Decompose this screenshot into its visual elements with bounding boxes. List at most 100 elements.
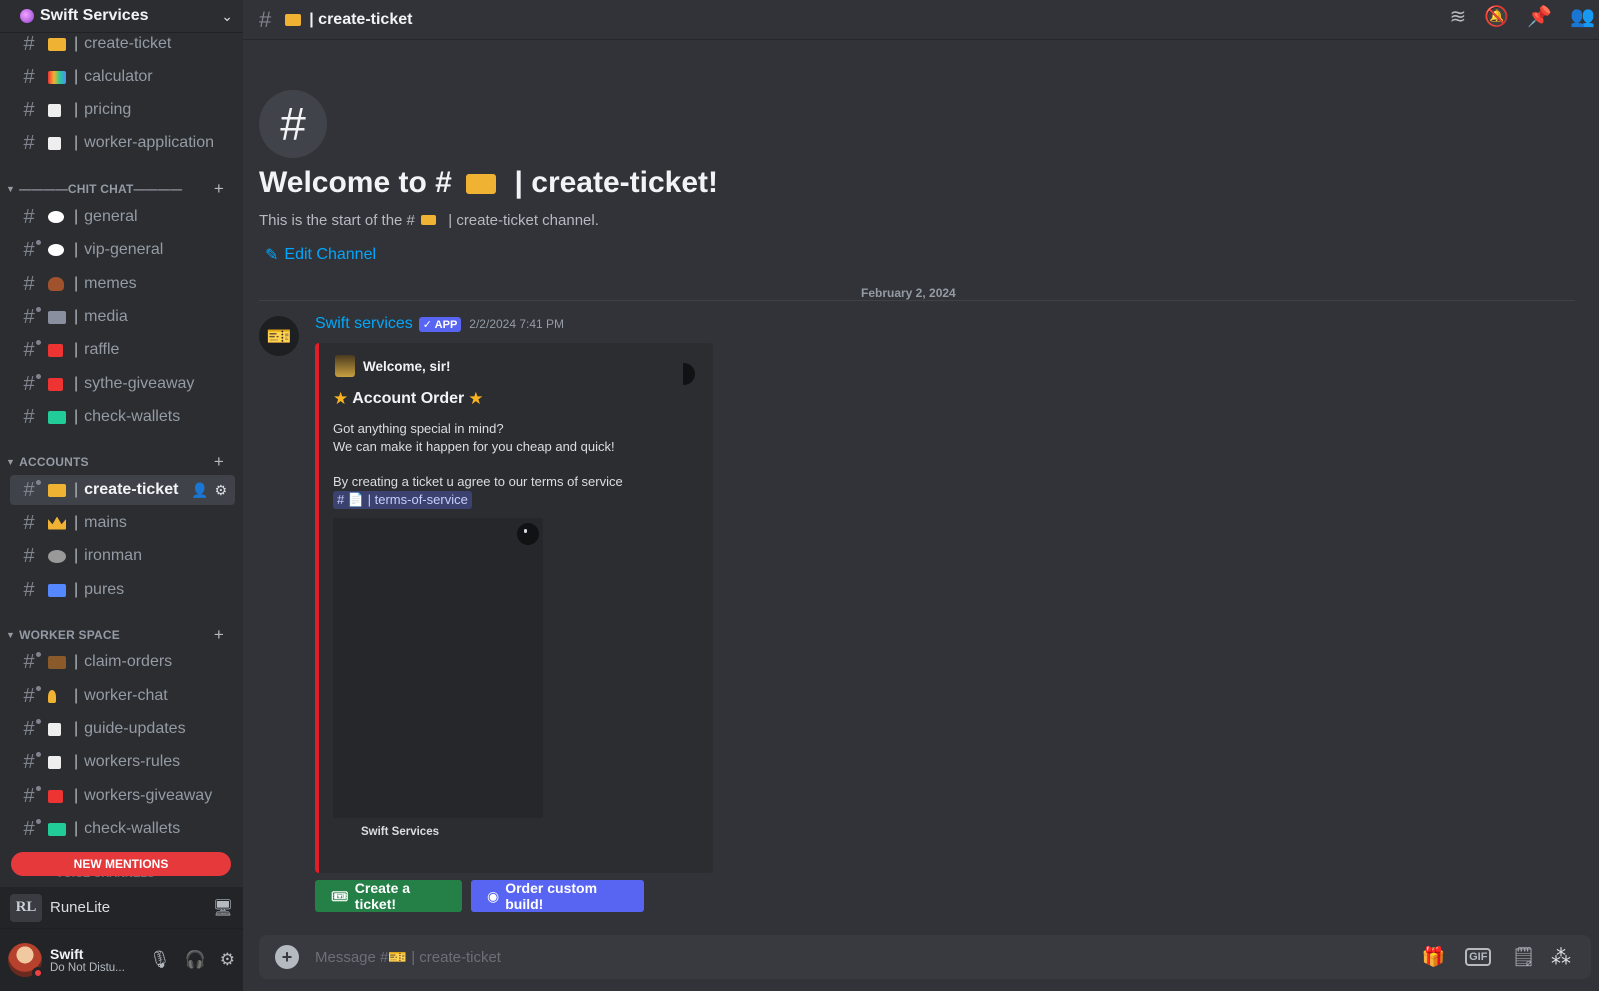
channel-label: workers-rules (84, 753, 181, 770)
gift-icon[interactable]: 🎁 (1421, 945, 1445, 969)
apps-icon[interactable]: ⁂ (1539, 935, 1583, 979)
bot-avatar[interactable]: 🎫 (259, 316, 299, 356)
gear-icon[interactable]: ⚙ (214, 482, 227, 499)
create-ticket-button[interactable]: 🎟 Create a ticket! (315, 880, 462, 912)
channel-label: memes (84, 275, 137, 292)
channel-item[interactable]: # | worker-application (10, 128, 235, 158)
star-icon: ★ (333, 389, 349, 408)
calculator-emoji-icon (48, 70, 66, 84)
channel-item[interactable]: # | create-ticket (10, 32, 235, 59)
invite-icon[interactable]: 👤 (191, 482, 208, 499)
attach-plus-icon[interactable]: + (275, 945, 299, 969)
memo-emoji-icon (48, 136, 61, 150)
category-label: WORKER SPACE (19, 628, 120, 642)
channel-item[interactable]: # | guide-updates (10, 714, 235, 744)
pin-icon[interactable]: 📌 (1527, 4, 1552, 29)
channel-item[interactable]: # | sythe-giveaway (10, 369, 235, 399)
threads-icon[interactable]: ≋ (1450, 4, 1467, 29)
ticket-emoji-icon (48, 483, 66, 497)
chevron-down-icon: ▼ (6, 184, 16, 194)
add-channel-icon[interactable]: + (214, 625, 224, 645)
channel-label: worker-chat (84, 687, 168, 704)
channel-label: ironman (84, 547, 142, 564)
channel-mention[interactable]: # 📄 | terms-of-service (333, 491, 472, 509)
sticker-icon[interactable]: 🗒 (1511, 945, 1535, 969)
hash-thread-icon: # (20, 373, 41, 396)
chat-area: # | create-ticket ≋ 🔕 📌 👥 # Welcome to #… (243, 0, 1599, 991)
welcome-subtitle: This is the start of the # | create-tick… (259, 212, 599, 229)
memo-emoji-icon (48, 755, 61, 769)
memo-emoji-icon (48, 722, 61, 736)
channel-item[interactable]: # | check-wallets (10, 814, 235, 844)
hash-thread-icon: # (20, 818, 41, 841)
member-list-icon[interactable]: 👥 (1570, 4, 1595, 29)
pencil-icon: ✎ (265, 247, 279, 264)
notifications-muted-icon[interactable]: 🔕 (1484, 4, 1509, 29)
channel-item[interactable]: # | raffle (10, 335, 235, 365)
embed-author: Welcome, sir! (335, 355, 451, 377)
server-header[interactable]: Swift Services ⌄ (0, 0, 243, 32)
channel-item[interactable]: # | ironman (10, 541, 235, 571)
embed-thumbnail (683, 363, 695, 385)
channel-item[interactable]: # | check-wallets (10, 402, 235, 432)
ticket-emoji-icon (421, 215, 437, 225)
channel-label: workers-giveaway (84, 787, 213, 804)
add-channel-icon[interactable]: + (214, 452, 224, 472)
channel-sidebar: Swift Services ⌄ # | create-ticket # | c… (0, 0, 243, 991)
chevron-down-icon[interactable]: ⌄ (221, 8, 233, 25)
user-status: Do Not Distu... (50, 962, 125, 974)
camera-emoji-icon (48, 310, 66, 324)
speech-bubble-icon (48, 244, 64, 256)
hash-icon: # (23, 405, 35, 428)
headphones-icon[interactable]: 🎧 (185, 950, 206, 970)
channel-label: calculator (84, 68, 153, 85)
hash-icon: # (23, 32, 35, 55)
category-chit-chat[interactable]: ▼ ————CHIT CHAT———— + (6, 179, 236, 199)
channel-item[interactable]: # | memes (10, 269, 235, 299)
channel-item[interactable]: # | vip-general (10, 235, 235, 265)
channel-item[interactable]: # | workers-rules (10, 747, 235, 777)
hash-icon: # (23, 131, 35, 154)
hash-thread-icon: # (20, 239, 41, 262)
gif-icon[interactable]: GIF (1465, 948, 1492, 966)
add-channel-icon[interactable]: + (214, 179, 224, 199)
gift-emoji-icon (48, 377, 63, 391)
avatar[interactable] (8, 943, 44, 979)
channel-item[interactable]: # | general (10, 202, 235, 232)
order-custom-build-button[interactable]: ◉ Order custom build! (471, 880, 644, 912)
channel-item[interactable]: # | worker-chat (10, 681, 235, 711)
date-divider (259, 300, 1575, 301)
embed-image[interactable] (333, 518, 543, 818)
category-worker-space[interactable]: ▼ WORKER SPACE + (6, 625, 236, 645)
runelite-icon: RL (10, 893, 42, 922)
date-divider-label: February 2, 2024 (855, 286, 962, 300)
edit-channel-link[interactable]: ✎ Edit Channel (265, 245, 376, 265)
star-icon: ★ (468, 389, 484, 408)
channel-label: create-ticket (84, 35, 172, 52)
channel-item[interactable]: # | calculator (10, 62, 235, 92)
server-icon (20, 9, 34, 23)
channel-item[interactable]: # | pricing (10, 95, 235, 125)
speech-bubble-icon (48, 211, 64, 223)
message-author[interactable]: Swift services (315, 315, 413, 333)
channel-label: raffle (84, 341, 120, 358)
activity-panel: RL RuneLite 🖥 (0, 887, 243, 929)
channel-item-active[interactable]: # | create-ticket 👤 ⚙ (10, 475, 235, 505)
message-input[interactable]: Message #🎫 | create-ticket (315, 948, 1421, 966)
channel-item[interactable]: # | mains (10, 508, 235, 538)
username: Swift (50, 946, 84, 962)
screen-share-icon[interactable]: 🖥 (213, 898, 233, 918)
gear-icon[interactable]: ⚙ (220, 950, 235, 970)
microphone-icon[interactable]: 🎙 (149, 950, 171, 970)
hash-thread-icon: # (20, 751, 41, 774)
embed-title: ★ Account Order ★ (333, 389, 484, 408)
memo-emoji-icon (48, 103, 61, 117)
new-mentions-button[interactable]: NEW MENTIONS (11, 852, 231, 876)
channel-item[interactable]: # | workers-giveaway (10, 781, 235, 811)
channel-item[interactable]: # | pures (10, 575, 235, 605)
channel-item[interactable]: # | claim-orders (10, 647, 235, 677)
channel-item[interactable]: # | media (10, 302, 235, 332)
hash-icon: # (23, 578, 35, 601)
category-accounts[interactable]: ▼ ACCOUNTS + (6, 452, 236, 472)
channel-title: | create-ticket (309, 10, 413, 28)
